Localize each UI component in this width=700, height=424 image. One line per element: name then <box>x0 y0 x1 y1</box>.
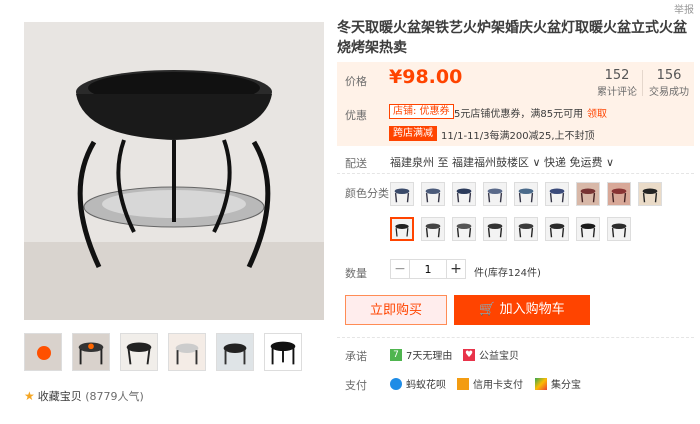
color-swatch[interactable] <box>514 182 538 206</box>
thumbnail-strip <box>24 333 302 371</box>
main-product-image <box>24 22 324 320</box>
seven-day-icon: 7 <box>390 348 402 361</box>
star-icon: ★ <box>24 389 35 403</box>
reviews-label: 累计评论 <box>597 87 637 98</box>
color-swatch[interactable] <box>483 182 507 206</box>
divider <box>337 337 694 339</box>
quantity-label: 数量 <box>345 267 367 280</box>
jifenbao-icon <box>535 377 547 390</box>
payment-jifenbao[interactable]: 集分宝 <box>535 376 581 391</box>
stock-text: 件(库存124件) <box>474 268 541 279</box>
color-swatch[interactable] <box>638 182 662 206</box>
product-title: 冬天取暖火盆架铁艺火炉架婚庆火盆灯取暖火盆立式火盆烧烤架热卖 <box>337 20 687 56</box>
shop-coupon-tag: 店铺: 优惠券 <box>389 104 454 119</box>
color-swatch[interactable] <box>607 217 631 241</box>
promise-label: 承诺 <box>345 350 367 363</box>
color-swatch[interactable] <box>607 182 631 206</box>
huabei-icon <box>390 377 402 390</box>
buy-now-button[interactable]: 立即购买 <box>345 295 447 325</box>
quantity-minus-button[interactable]: − <box>390 259 410 279</box>
color-swatch[interactable] <box>576 182 600 206</box>
payment-jifenbao-label: 集分宝 <box>551 380 581 391</box>
color-swatch[interactable] <box>576 217 600 241</box>
shipping-selector[interactable]: 福建泉州 至 福建福州鼓楼区 ∨ 快递 免运费 ∨ <box>390 154 614 170</box>
reviews-stat[interactable]: 152 累计评论 <box>592 68 642 98</box>
color-swatch[interactable] <box>514 217 538 241</box>
quantity-stepper: − + <box>390 259 466 279</box>
payment-credit-card[interactable]: 信用卡支付 <box>457 376 523 391</box>
thumbnail[interactable] <box>72 333 110 371</box>
claim-coupon-link[interactable]: 领取 <box>587 105 607 120</box>
credit-card-icon <box>457 377 469 390</box>
promo-label: 优惠 <box>345 109 367 122</box>
promise-7day[interactable]: 7 7天无理由 <box>390 347 452 362</box>
payment-huabei[interactable]: 蚂蚁花呗 <box>390 376 446 391</box>
price: ¥98.00 <box>389 66 463 88</box>
cross-store-tag: 跨店满减 <box>389 126 437 141</box>
promise-charity[interactable]: ♥ 公益宝贝 <box>463 347 519 362</box>
color-swatch[interactable] <box>483 217 507 241</box>
sales-label: 交易成功 <box>649 87 689 98</box>
promise-charity-label: 公益宝贝 <box>479 351 519 362</box>
price-box: 价格 ¥98.00 152 累计评论 156 交易成功 优惠 店铺: 优惠券 5… <box>337 62 694 146</box>
promise-7day-label: 7天无理由 <box>406 351 453 362</box>
favorite-link[interactable]: ★ 收藏宝贝 (8779人气) <box>24 388 144 404</box>
add-to-cart-button[interactable]: 🛒 加入购物车 <box>454 295 590 325</box>
popularity-count: (8779人气) <box>85 390 144 403</box>
color-swatch[interactable] <box>545 182 569 206</box>
payment-huabei-label: 蚂蚁花呗 <box>406 380 446 391</box>
thumbnail-video[interactable] <box>24 333 62 371</box>
payment-label: 支付 <box>345 379 367 392</box>
quantity-input[interactable] <box>410 259 446 279</box>
color-label: 颜色分类 <box>345 187 389 200</box>
sales-stat: 156 交易成功 <box>644 68 694 98</box>
cart-icon: 🛒 <box>479 302 496 317</box>
thumbnail[interactable] <box>264 333 302 371</box>
quantity-plus-button[interactable]: + <box>446 259 466 279</box>
color-swatch[interactable] <box>452 182 476 206</box>
stat-divider <box>642 70 643 96</box>
sales-count: 156 <box>656 68 682 83</box>
color-swatch[interactable] <box>390 182 414 206</box>
color-swatch[interactable] <box>452 217 476 241</box>
payment-credit-card-label: 信用卡支付 <box>473 380 523 391</box>
color-swatch[interactable] <box>421 217 445 241</box>
color-swatch[interactable] <box>421 182 445 206</box>
shipping-label: 配送 <box>345 157 367 170</box>
add-to-cart-label: 加入购物车 <box>499 302 565 317</box>
reviews-count: 152 <box>604 68 630 83</box>
coupon-text: 5元店铺优惠券，满85元可用 <box>454 109 584 120</box>
color-swatch[interactable] <box>545 217 569 241</box>
thumbnail[interactable] <box>216 333 254 371</box>
price-label: 价格 <box>345 75 367 88</box>
cross-store-text: 11/1-11/3每满200减25,上不封顶 <box>441 131 595 142</box>
thumbnail[interactable] <box>120 333 158 371</box>
thumbnail[interactable] <box>168 333 206 371</box>
charity-icon: ♥ <box>463 348 475 361</box>
report-link[interactable]: 举报 <box>674 1 694 16</box>
color-swatch-selected[interactable] <box>390 217 414 241</box>
divider <box>337 173 694 175</box>
